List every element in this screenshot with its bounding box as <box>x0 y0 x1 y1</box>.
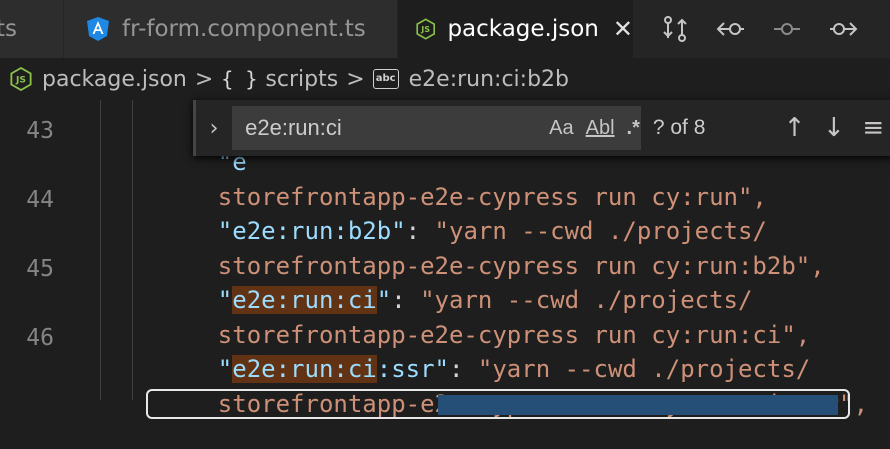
tab-label: package.json <box>447 16 599 42</box>
find-widget: › Aa Abl .* ? of 8 ↑ ↓ ≡ <box>193 100 890 156</box>
find-input-box[interactable]: Aa Abl .* <box>232 106 641 150</box>
tab-fr-form-component[interactable]: fr-form.component.ts <box>64 0 398 58</box>
nodejs-icon: JS <box>416 18 436 40</box>
tab-previous-file[interactable]: ts <box>0 0 64 58</box>
find-in-selection-icon[interactable]: ≡ <box>854 113 890 143</box>
angular-icon <box>87 17 109 41</box>
nodejs-icon: JS <box>10 67 32 91</box>
tab-label: ts <box>0 16 18 42</box>
toggle-replace-icon[interactable]: › <box>200 116 228 141</box>
line-number: 46 <box>26 325 54 351</box>
text-selection <box>438 395 838 415</box>
tab-label: fr-form.component.ts <box>122 16 366 42</box>
tab-bar: ts fr-form.component.ts JS package.json … <box>0 0 890 58</box>
line-number: 44 <box>26 187 54 213</box>
whole-word-toggle[interactable]: Abl <box>586 117 615 140</box>
breadcrumb: JS package.json > { } scripts > abc e2e:… <box>0 58 890 100</box>
string-icon: abc <box>372 69 399 89</box>
indent-guide <box>132 100 133 400</box>
timeline-node-icon[interactable] <box>772 14 802 44</box>
compare-changes-icon[interactable] <box>660 14 690 44</box>
next-match-icon[interactable]: ↓ <box>814 113 853 143</box>
tab-package-json[interactable]: JS package.json ✕ <box>398 0 634 58</box>
breadcrumb-section[interactable]: scripts <box>265 67 338 92</box>
regex-toggle[interactable]: .* <box>627 117 640 140</box>
previous-change-icon[interactable] <box>716 14 746 44</box>
selected-line-outline <box>146 389 850 419</box>
next-change-icon[interactable] <box>828 14 858 44</box>
match-count: ? of 8 <box>652 116 706 139</box>
svg-text:JS: JS <box>420 24 430 34</box>
match-case-toggle[interactable]: Aa <box>549 117 573 140</box>
breadcrumb-leaf[interactable]: e2e:run:ci:b2b <box>409 67 569 92</box>
svg-text:JS: JS <box>15 75 26 86</box>
find-input[interactable] <box>243 114 538 142</box>
editor-actions <box>634 0 890 58</box>
line-number: 43 <box>26 118 54 144</box>
indent-guide <box>100 100 101 400</box>
line-number: 45 <box>26 256 54 282</box>
close-tab-icon[interactable]: ✕ <box>613 15 633 43</box>
breadcrumb-separator: > <box>346 66 365 92</box>
previous-match-icon[interactable]: ↑ <box>775 113 814 143</box>
